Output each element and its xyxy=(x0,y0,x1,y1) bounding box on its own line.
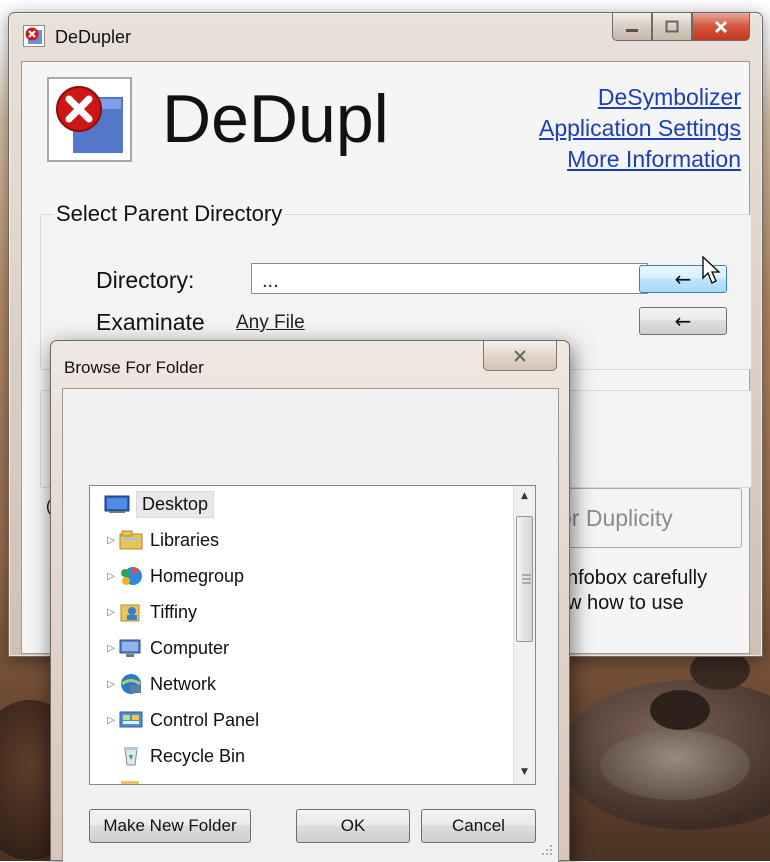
tree-item-label: Network xyxy=(150,673,217,694)
libraries-icon xyxy=(118,529,144,551)
cancel-button[interactable]: Cancel xyxy=(421,809,536,843)
mouse-cursor-icon xyxy=(702,256,721,284)
app-logo-icon xyxy=(47,77,132,162)
info-line: nfobox carefully xyxy=(567,567,708,589)
tree-item-desktop[interactable]: Desktop xyxy=(104,489,215,519)
maximize-icon xyxy=(665,20,679,32)
tree-item-label: Control Panel xyxy=(150,709,260,730)
title-bar[interactable]: DeDupler xyxy=(9,13,762,61)
expand-arrow-icon[interactable]: ▷ xyxy=(104,607,118,618)
control-panel-icon xyxy=(118,709,144,731)
info-text: nfobox carefully w how to use xyxy=(567,566,747,616)
computer-icon xyxy=(118,637,144,659)
directory-label: Directory: xyxy=(96,267,195,293)
minimize-icon xyxy=(626,28,638,32)
browse-for-folder-dialog: Browse For Folder Desktop ▷ Libraries ▷ xyxy=(50,340,570,862)
tree-item-control-panel[interactable]: ▷ Control Panel xyxy=(104,705,259,735)
dialog-close-button[interactable] xyxy=(483,341,557,371)
window-controls xyxy=(612,13,750,43)
desymbolizer-link[interactable]: DeSymbolizer xyxy=(539,82,741,113)
expand-arrow-icon[interactable]: ▷ xyxy=(104,535,118,546)
scroll-thumb[interactable] xyxy=(516,516,533,642)
info-line: w how to use xyxy=(567,592,684,614)
ok-button[interactable]: OK xyxy=(296,809,410,843)
more-information-link[interactable]: More Information xyxy=(539,144,741,175)
close-button[interactable] xyxy=(692,13,750,41)
desktop-icon xyxy=(104,493,130,515)
minimize-button[interactable] xyxy=(612,13,652,41)
header-links: DeSymbolizer Application Settings More I… xyxy=(539,82,741,175)
tree-item-label: Libraries xyxy=(150,529,220,550)
examinate-value-link[interactable]: Any File xyxy=(236,312,305,334)
examinate-button[interactable]: ← xyxy=(639,307,727,335)
tree-item-homegroup[interactable]: ▷ Homegroup xyxy=(104,561,244,591)
close-icon xyxy=(514,349,526,362)
scroll-down-icon[interactable]: ▼ xyxy=(514,762,535,782)
directory-field[interactable]: ... xyxy=(251,263,648,294)
resize-grip-icon[interactable] xyxy=(540,843,554,857)
app-icon xyxy=(23,25,45,47)
homegroup-icon xyxy=(118,565,144,587)
folder-tree[interactable]: Desktop ▷ Libraries ▷ Homegroup ▷ Tiffin… xyxy=(89,485,536,785)
tree-item-computer[interactable]: ▷ Computer xyxy=(104,633,229,663)
expand-arrow-icon[interactable]: ▷ xyxy=(104,715,118,726)
app-logo-text: DeDupl xyxy=(162,81,389,157)
tree-item-label: Homegroup xyxy=(150,565,245,586)
scroll-up-icon[interactable]: ▲ xyxy=(514,486,535,506)
user-folder-icon xyxy=(118,601,144,623)
expand-arrow-icon[interactable]: ▷ xyxy=(104,679,118,690)
expand-arrow-icon[interactable]: ▷ xyxy=(104,643,118,654)
group-label: Select Parent Directory xyxy=(53,201,286,227)
tree-item-partial xyxy=(118,773,150,784)
tree-item-label: Computer xyxy=(150,637,230,658)
tree-scrollbar[interactable]: ▲ ▼ xyxy=(513,486,535,784)
tree-item-network[interactable]: ▷ Network xyxy=(104,669,216,699)
tree-item-label: Recycle Bin xyxy=(150,745,246,766)
tree-item-label: Desktop xyxy=(136,490,215,518)
dialog-client-area: Desktop ▷ Libraries ▷ Homegroup ▷ Tiffin… xyxy=(62,388,559,862)
expand-arrow-icon[interactable]: ▷ xyxy=(104,571,118,582)
application-settings-link[interactable]: Application Settings xyxy=(539,113,741,144)
maximize-button[interactable] xyxy=(652,13,692,41)
make-new-folder-button[interactable]: Make New Folder xyxy=(89,809,251,843)
dialog-title: Browse For Folder xyxy=(64,358,204,377)
network-icon xyxy=(118,673,144,695)
tree-item-label: Tiffiny xyxy=(150,601,198,622)
tree-item-recycle-bin[interactable]: Recycle Bin xyxy=(118,741,245,771)
close-icon xyxy=(714,20,728,33)
tree-item-libraries[interactable]: ▷ Libraries xyxy=(104,525,219,555)
recycle-bin-icon xyxy=(118,745,144,767)
examinate-label: Examinate xyxy=(96,309,205,335)
folder-icon xyxy=(118,777,144,784)
window-title: DeDupler xyxy=(55,27,132,47)
tree-item-tiffiny[interactable]: ▷ Tiffiny xyxy=(104,597,197,627)
